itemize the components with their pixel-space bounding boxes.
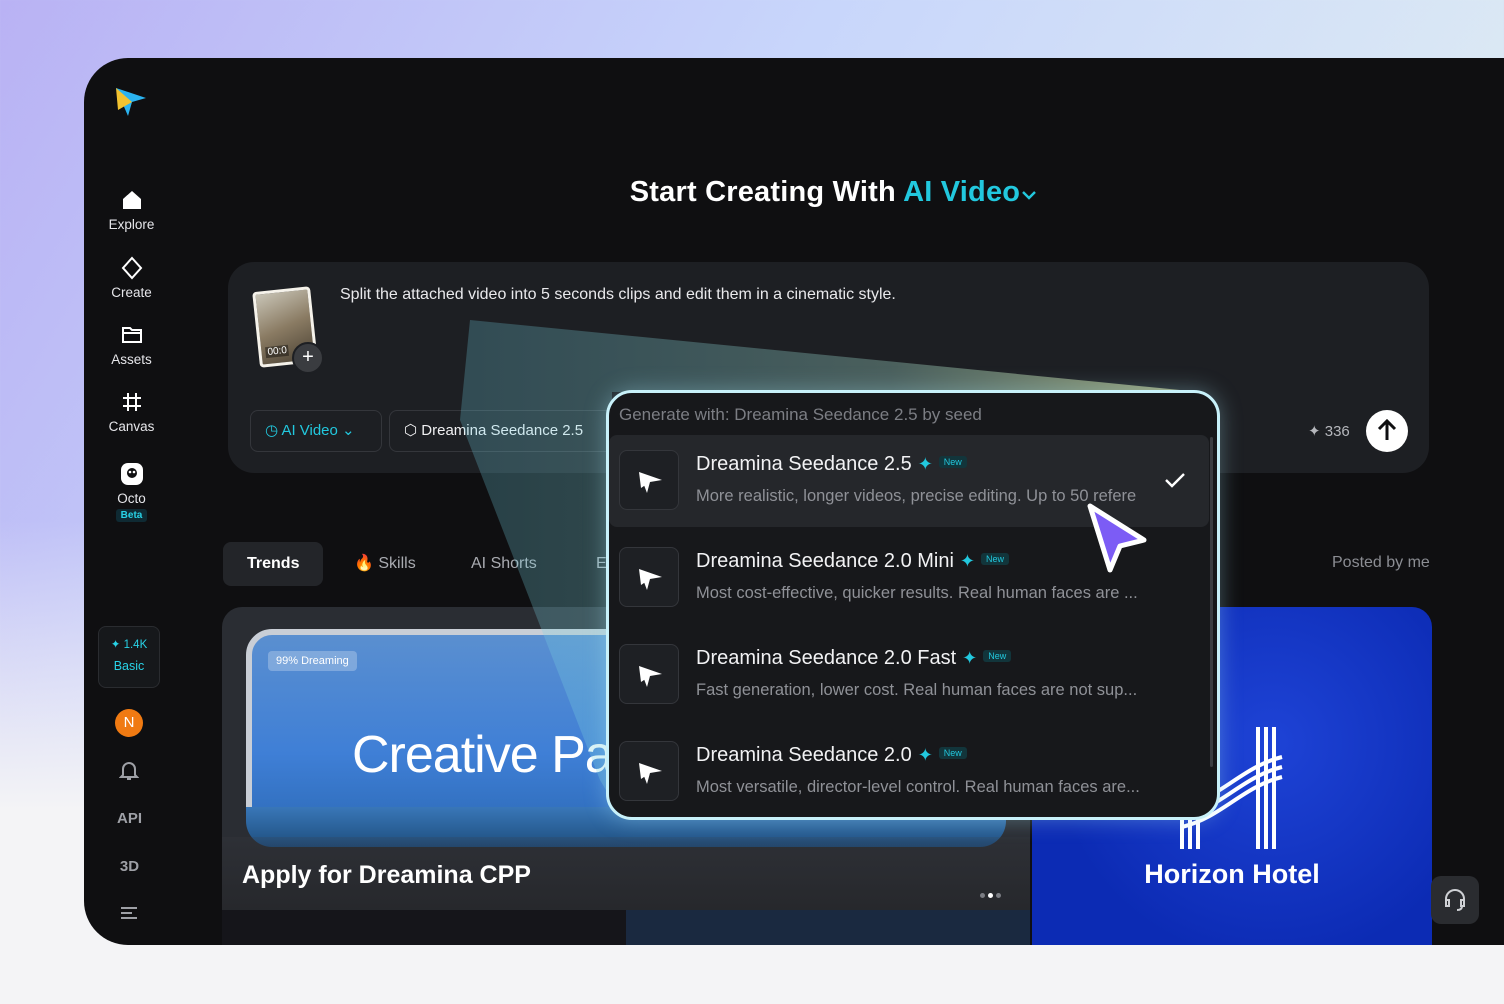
dreaming-badge: 99% Dreaming (268, 651, 357, 671)
dropdown-scrollbar[interactable] (1210, 437, 1213, 767)
model-icon (619, 547, 679, 607)
dropdown-header: Generate with: Dreamina Seedance 2.5 by … (619, 405, 982, 424)
sidebar-item-label: Assets (111, 352, 152, 367)
folder-icon (121, 327, 142, 343)
posted-by-me-filter[interactable]: Posted by me (1332, 554, 1430, 572)
model-name: Dreamina Seedance 2.0 Mini (696, 550, 954, 572)
model-description: Most cost-effective, quicker results. Re… (696, 584, 1138, 602)
model-icon (619, 741, 679, 801)
bell-icon[interactable] (119, 760, 139, 782)
tab-trends[interactable]: Trends (223, 542, 324, 586)
beta-badge: Beta (115, 509, 148, 522)
model-description: Fast generation, lower cost. Real human … (696, 681, 1138, 699)
diamond-sparkle-icon (121, 256, 142, 280)
feed-row-preview (222, 910, 1030, 945)
check-icon (1165, 473, 1185, 488)
model-name: Dreamina Seedance 2.0 (696, 744, 912, 766)
carousel-dots[interactable] (980, 885, 1004, 903)
3d-link[interactable]: 3D (84, 858, 175, 875)
credits-amount: 1.4K (123, 639, 148, 651)
model-select[interactable]: ⬡ Dreamina Seedance 2.5 (389, 410, 619, 452)
title-accent: AI Video (903, 176, 1021, 208)
sidebar-item-label: Explore (108, 217, 155, 232)
api-link[interactable]: API (84, 810, 175, 827)
new-badge: New (981, 553, 1010, 565)
model-option-seedance-2-0[interactable]: Dreamina Seedance 2.0 ✦ New Most versatile… (609, 726, 1209, 817)
tab-label: Skills (378, 555, 416, 572)
sidebar-item-create[interactable]: Create (84, 256, 179, 300)
chevron-down-icon: ⌄ (342, 422, 355, 439)
sparkle-icon: ✦ (959, 551, 976, 571)
sidebar-item-label: Create (111, 285, 152, 300)
new-badge: New (938, 456, 967, 468)
page-title: Start Creating With AI Video (84, 176, 1504, 209)
cube-icon: ⬡ (404, 422, 418, 439)
banner-caption: Horizon Hotel (1144, 859, 1320, 889)
fire-icon: 🔥 (354, 555, 374, 572)
new-badge: New (938, 747, 967, 759)
credit-cost-value: 336 (1324, 423, 1350, 440)
sparkle-icon: ✦ (917, 745, 933, 765)
dreamina-logo[interactable] (114, 84, 148, 118)
chevron-down-icon (1022, 191, 1037, 200)
tab-ai-shorts[interactable]: AI Shorts (471, 542, 537, 586)
prompt-input[interactable]: Split the attached video into 5 seconds … (340, 286, 896, 304)
mode-switch[interactable]: AI Video (903, 176, 1038, 208)
model-icon (619, 644, 679, 704)
send-button[interactable] (1366, 410, 1408, 452)
plan-label: Basic (113, 659, 145, 673)
tab-skills[interactable]: 🔥 Skills (354, 542, 416, 586)
new-badge: New (983, 650, 1012, 662)
sidebar-item-label: Canvas (108, 419, 155, 434)
sparkle-icon: ✦ (110, 639, 121, 651)
model-name: Dreamina Seedance 2.5 (696, 453, 912, 475)
video-duration: 00:0 (265, 344, 290, 359)
credits-widget[interactable]: ✦ 1.4K Basic (98, 626, 160, 688)
support-button[interactable] (1431, 876, 1479, 924)
model-description: Most versatile, director-level control. … (696, 778, 1140, 796)
frame-icon (122, 393, 141, 411)
headset-icon (1445, 889, 1465, 911)
banner-caption: Apply for Dreamina CPP (242, 861, 531, 889)
banner-headline: Creative Pa (352, 726, 614, 784)
model-name: Dreamina Seedance 2.0 Fast (696, 647, 957, 669)
model-dropdown: Generate with: Dreamina Seedance 2.5 by … (606, 390, 1220, 820)
mode-select[interactable]: ◷ AI Video ⌄ (250, 410, 382, 452)
model-icon (619, 450, 679, 510)
model-option-seedance-2-0-fast[interactable]: Dreamina Seedance 2.0 Fast ✦ New Fast gene… (609, 629, 1209, 721)
avatar[interactable]: N (115, 709, 143, 737)
menu-icon[interactable] (120, 906, 138, 920)
sidebar-item-octo[interactable]: Octo Beta (84, 462, 179, 522)
credit-cost: ✦ 336 (1308, 422, 1350, 440)
sidebar-item-canvas[interactable]: Canvas (84, 390, 179, 434)
video-mode-icon: ◷ (265, 422, 279, 439)
arrow-up-icon (1377, 418, 1397, 440)
mode-label: AI Video (281, 422, 338, 439)
sparkle-icon: ✦ (1308, 423, 1321, 440)
title-prefix: Start Creating With (629, 176, 896, 208)
add-attachment-button[interactable]: + (292, 342, 324, 374)
sidebar-item-label: Octo (117, 491, 146, 506)
cursor-pointer-icon (1087, 503, 1147, 573)
model-label: Dreamina Seedance 2.5 (421, 422, 584, 439)
sidebar-item-assets[interactable]: Assets (84, 323, 179, 367)
octo-icon (120, 463, 143, 485)
sparkle-icon: ✦ (962, 648, 978, 668)
sparkle-icon: ✦ (917, 454, 933, 474)
